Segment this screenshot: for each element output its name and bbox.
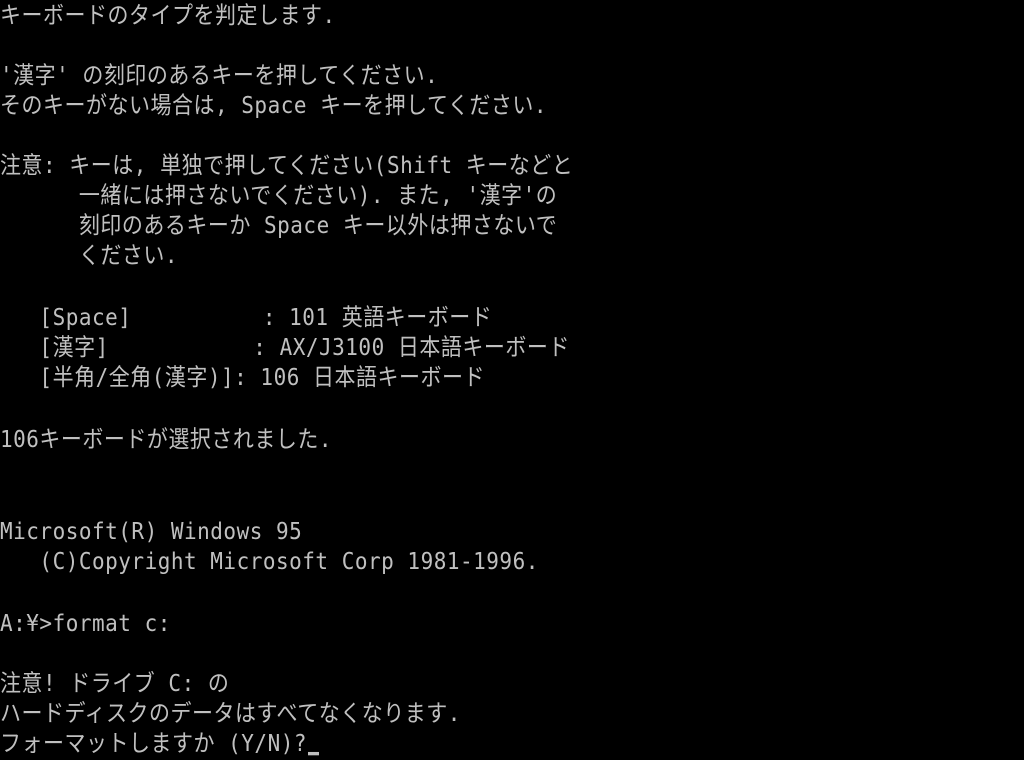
keyboard-option-kanji: [漢字] : AX/J3100 日本語キーボード — [0, 333, 570, 361]
keyboard-detect-intro: キーボードのタイプを判定します. — [0, 1, 336, 29]
format-confirm-line[interactable]: フォーマットしますか (Y/N)? — [0, 726, 320, 760]
space-key-instruction: そのキーがない場合は, Space キーを押してください. — [0, 91, 548, 119]
os-product-banner: Microsoft(R) Windows 95 — [0, 517, 303, 545]
text-cursor[interactable] — [308, 751, 320, 756]
caution-line-4: ください. — [0, 241, 179, 269]
caution-line-1: 注意: キーは, 単独で押してください(Shift キーなどと — [0, 151, 574, 179]
caution-line-3: 刻印のあるキーか Space キー以外は押さないで — [0, 211, 558, 239]
keyboard-option-hankaku-zenkaku: [半角/全角(漢字)]: 106 日本語キーボード — [0, 363, 486, 391]
keyboard-option-space: [Space] : 101 英語キーボード — [0, 303, 493, 331]
format-warning-data-loss: ハードディスクのデータはすべてなくなります. — [0, 699, 461, 727]
keyboard-selected-result: 106キーボードが選択されました. — [0, 425, 333, 453]
dos-console[interactable]: キーボードのタイプを判定します. '漢字' の刻印のあるキーを押してください. … — [0, 0, 1024, 760]
os-copyright: (C)Copyright Microsoft Corp 1981-1996. — [0, 547, 539, 575]
format-confirm-prompt: フォーマットしますか (Y/N)? — [0, 729, 308, 757]
format-warning-drive: 注意! ドライブ C: の — [0, 669, 230, 697]
kanji-key-instruction: '漢字' の刻印のあるキーを押してください. — [0, 61, 439, 89]
format-command-line: A:¥>format c: — [0, 609, 171, 637]
caution-line-2: 一緒には押さないでください). また, '漢字'の — [0, 181, 558, 209]
